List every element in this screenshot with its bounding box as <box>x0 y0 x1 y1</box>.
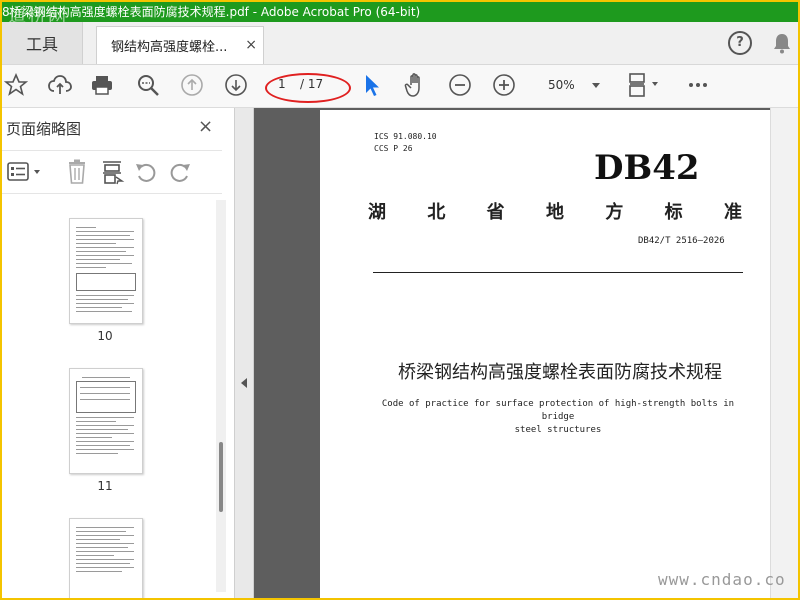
previous-page-icon[interactable] <box>178 71 206 99</box>
watermark-url: www.cndao.co <box>658 570 786 589</box>
tab-tools[interactable]: 工具 <box>2 22 83 64</box>
help-icon[interactable]: ? <box>728 31 752 55</box>
thumbnail-page-number: 11 <box>97 479 113 493</box>
page-insert-icon[interactable] <box>100 159 126 185</box>
standard-code: DB42 <box>594 148 700 188</box>
tab-document-label: 钢结构高强度螺栓... <box>111 40 228 55</box>
document-scrollbar[interactable] <box>770 108 798 598</box>
more-tools-icon[interactable] <box>684 71 712 99</box>
title-bar: 8桥梁钢结构高强度螺栓表面防腐技术规程.pdf - Adobe Acrobat … <box>2 2 798 22</box>
category-char: 准 <box>723 202 742 223</box>
tab-close-icon[interactable]: × <box>245 37 257 53</box>
find-zoom-icon[interactable] <box>134 71 162 99</box>
tab-document[interactable]: 钢结构高强度螺栓... × <box>96 26 264 64</box>
page-display-icon[interactable] <box>624 71 664 99</box>
hand-tool-icon[interactable] <box>402 71 430 99</box>
thumbnail-scrollbar[interactable] <box>216 200 226 592</box>
bell-icon[interactable] <box>772 32 792 54</box>
panel-title: 页面缩略图 <box>6 120 82 138</box>
ics-code: ICS 91.080.10 <box>374 132 437 141</box>
category-char: 北 <box>427 202 446 223</box>
page-thumbnails-panel: 页面缩略图 × 10 11 <box>2 108 235 598</box>
document-title-chinese: 桥梁钢结构高强度螺栓表面防腐技术规程 <box>398 362 722 383</box>
title-english-line: steel structures <box>514 425 602 435</box>
rotate-clockwise-icon[interactable] <box>168 161 192 183</box>
category-char: 标 <box>664 202 683 223</box>
scrollbar-thumb[interactable] <box>219 442 223 512</box>
rotate-counterclockwise-icon[interactable] <box>134 161 158 183</box>
standard-category: 湖 北 省 地 方 标 准 <box>368 198 742 224</box>
print-icon[interactable] <box>88 71 116 99</box>
thumbnail-page-number: 10 <box>97 329 113 343</box>
panel-collapse-strip[interactable] <box>235 108 254 598</box>
page-thumbnail[interactable] <box>69 218 143 324</box>
category-char: 方 <box>605 202 624 223</box>
collapse-left-icon[interactable] <box>241 378 247 388</box>
ccs-code: CCS P 26 <box>374 144 413 153</box>
page-thumbnail[interactable] <box>69 368 143 474</box>
document-page: ICS 91.080.10 CCS P 26 DB42 湖 北 省 地 方 标 … <box>320 110 778 598</box>
upload-cloud-icon[interactable] <box>46 71 74 99</box>
zoom-in-icon[interactable] <box>490 71 518 99</box>
main-toolbar: 1 / 17 50% <box>2 65 798 108</box>
tab-bar: 工具 钢结构高强度螺栓... × <box>2 22 798 65</box>
document-title-english: Code of practice for surface protection … <box>370 398 746 437</box>
title-english-line: Code of practice for surface protection … <box>381 399 735 422</box>
panel-close-icon[interactable]: × <box>198 116 213 137</box>
acrobat-window: 8桥梁钢结构高强度螺栓表面防腐技术规程.pdf - Adobe Acrobat … <box>2 2 798 598</box>
category-char: 湖 <box>368 202 386 223</box>
divider-line <box>373 272 743 273</box>
document-viewer[interactable]: ICS 91.080.10 CCS P 26 DB42 湖 北 省 地 方 标 … <box>254 108 778 598</box>
zoom-out-icon[interactable] <box>446 71 474 99</box>
chevron-down-icon <box>592 83 600 88</box>
select-cursor-icon[interactable] <box>358 71 386 99</box>
zoom-select[interactable]: 50% <box>536 73 604 97</box>
annotation-circle <box>265 73 351 103</box>
trash-icon[interactable] <box>66 159 90 185</box>
options-menu-icon[interactable] <box>6 161 46 183</box>
star-icon[interactable] <box>2 71 30 99</box>
page-thumbnail[interactable] <box>69 518 143 598</box>
category-char: 地 <box>545 202 564 223</box>
thumbnail-toolbar <box>2 150 222 194</box>
zoom-value: 50% <box>548 78 575 92</box>
category-char: 省 <box>486 202 505 223</box>
next-page-icon[interactable] <box>222 71 250 99</box>
standard-number: DB42/T 2516—2026 <box>638 236 725 246</box>
